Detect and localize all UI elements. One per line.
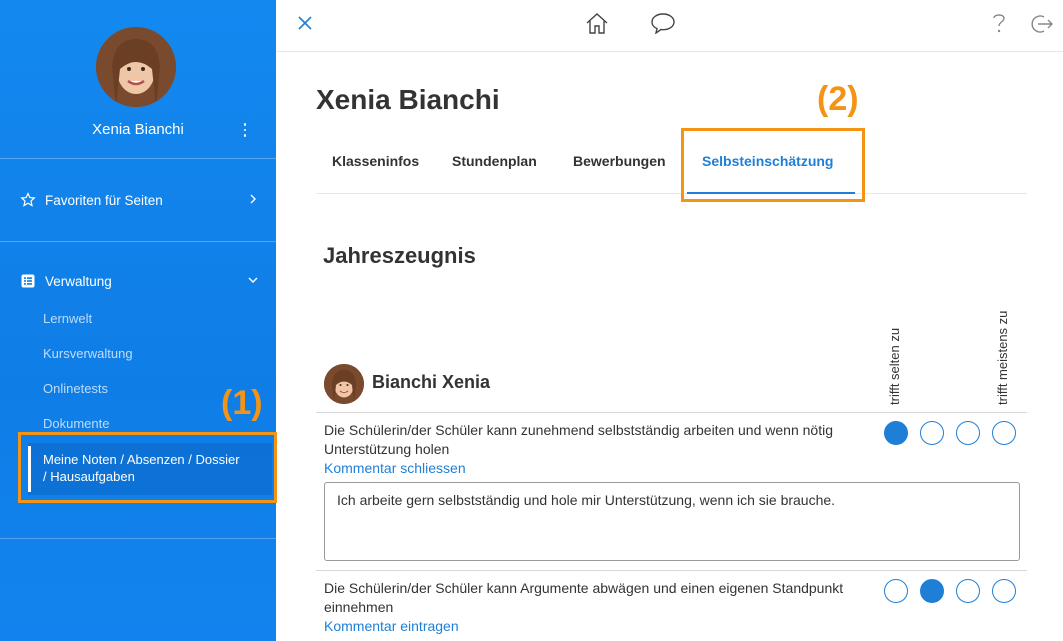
tab-bar: Klasseninfos Stundenplan Bewerbungen Sel… [316,140,1027,194]
rating-radio[interactable] [992,421,1016,445]
sidebar-item-lernwelt[interactable]: Lernwelt [43,311,92,326]
divider [0,158,276,159]
annotation-label-1: (1) [221,384,263,422]
statement-text: Die Schülerin/der Schüler kann zunehmend… [324,422,833,457]
divider [0,241,276,242]
rating-radio[interactable] [956,421,980,445]
rating-radio[interactable] [884,579,908,603]
avatar [324,364,364,404]
chevron-down-icon [248,277,258,283]
star-icon [20,192,36,207]
more-options-icon[interactable] [240,120,250,140]
comment-toggle-link[interactable]: Kommentar eintragen [324,618,459,634]
rating-radio[interactable] [920,421,944,445]
rating-radio[interactable] [884,421,908,445]
sidebar-item-onlinetests[interactable]: Onlinetests [43,381,108,396]
sidebar-item-favorites[interactable]: Favoriten für Seiten [20,188,260,212]
list-icon [21,274,35,288]
scale-label-low: trifft selten zu [887,327,902,405]
sidebar-item-label: Verwaltung [45,273,112,289]
statement-text: Die Schülerin/der Schüler kann Argumente… [324,580,844,615]
close-icon[interactable] [297,15,313,31]
sidebar: Xenia Bianchi Favoriten für Seiten Verwa… [0,0,276,641]
rating-radio[interactable] [956,579,980,603]
tab-klasseninfos[interactable]: Klasseninfos [332,153,419,169]
annotation-label-2: (2) [817,80,859,118]
top-bar [276,0,1063,52]
comment-textarea[interactable]: Ich arbeite gern selbstständig und hole … [324,482,1020,561]
page-title: Xenia Bianchi [316,84,500,115]
highlight-box-2 [681,128,865,202]
chat-icon[interactable] [650,12,676,34]
chevron-right-icon [250,194,256,204]
scale-label-high: trifft meistens zu [995,310,1010,405]
profile-name: Xenia Bianchi [92,121,184,138]
student-name: Bianchi Xenia [372,372,491,392]
sidebar-item-dokumente[interactable]: Dokumente [43,416,109,431]
section-title: Jahreszeugnis [323,243,476,268]
divider [316,412,1027,413]
logout-icon[interactable] [1030,13,1054,35]
highlight-box-1 [18,432,277,503]
sidebar-item-kursverwaltung[interactable]: Kursverwaltung [43,346,133,361]
help-icon[interactable] [991,12,1007,34]
rating-radio[interactable] [992,579,1016,603]
sidebar-item-verwaltung[interactable]: Verwaltung [20,269,260,293]
comment-toggle-link[interactable]: Kommentar schliessen [324,460,466,476]
divider [0,538,276,539]
home-icon[interactable] [584,11,610,35]
divider [316,570,1027,571]
profile-avatar[interactable] [96,27,176,107]
tab-stundenplan[interactable]: Stundenplan [452,153,537,169]
rating-radio[interactable] [920,579,944,603]
tab-bewerbungen[interactable]: Bewerbungen [573,153,666,169]
sidebar-item-label: Favoriten für Seiten [45,192,163,208]
